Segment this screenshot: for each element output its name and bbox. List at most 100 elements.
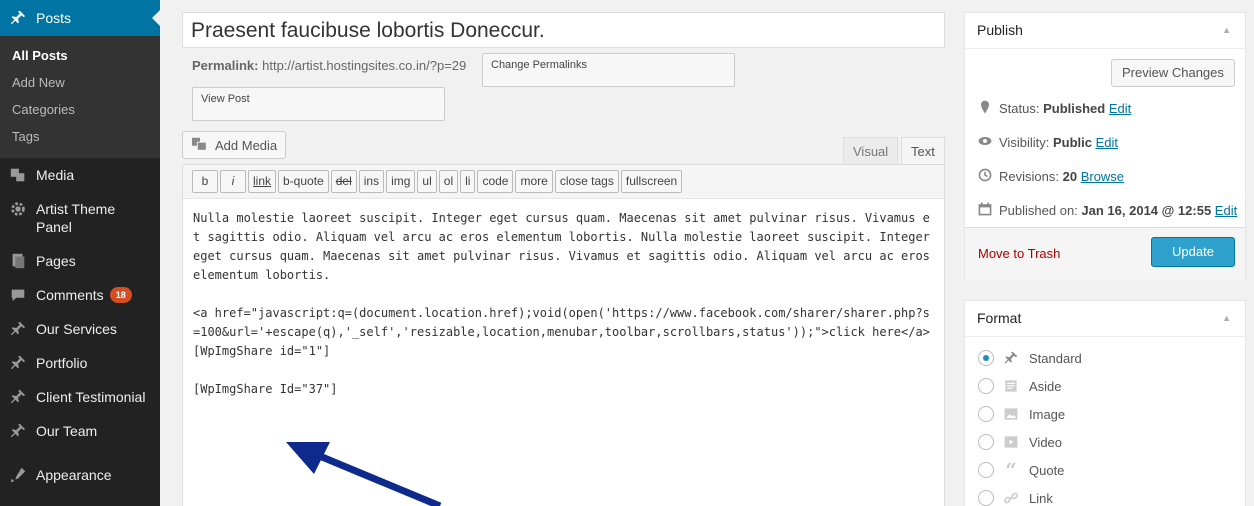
pages-icon (0, 252, 36, 270)
menu-artist-theme-panel[interactable]: Artist Theme Panel (0, 192, 160, 244)
format-option-label: Aside (1029, 378, 1062, 394)
post-title-input[interactable]: Praesent faucibuse lobortis Doneccur. (182, 12, 945, 48)
revisions-row: Revisions: 20 Browse (977, 167, 1124, 186)
format-option-link[interactable]: Link (978, 489, 1053, 506)
menu-comments[interactable]: Comments 18 (0, 278, 160, 312)
tab-visual[interactable]: Visual (843, 137, 899, 165)
qt-code-button[interactable]: code (477, 170, 514, 193)
qt-ins-button[interactable]: ins (358, 170, 385, 193)
menu-our-team-label: Our Team (36, 423, 98, 439)
visibility-value: Public (1052, 135, 1092, 150)
eye-icon (977, 133, 993, 152)
qt-more-button[interactable]: more (515, 170, 553, 193)
status-value: Published (1043, 101, 1106, 116)
pin-icon (0, 320, 36, 338)
annotation-arrow (286, 442, 442, 506)
qt-li-button[interactable]: li (460, 170, 476, 193)
permalink-url[interactable]: http://artist.hostingsites.co.in/?p=29 (262, 58, 466, 73)
content-share-link: <a href="javascript:q=(document.location… (193, 306, 930, 358)
view-post-button[interactable]: View Post (192, 87, 445, 121)
radio-button[interactable] (978, 378, 994, 394)
history-icon (977, 167, 993, 186)
revisions-label: Revisions: (999, 169, 1059, 184)
status-row: Status: Published Edit (977, 99, 1131, 118)
menu-appearance-label: Appearance (36, 467, 112, 483)
format-option-label: Link (1029, 490, 1053, 506)
format-option-label: Image (1029, 406, 1066, 422)
move-to-trash-link[interactable]: Move to Trash (978, 246, 1060, 261)
radio-button[interactable] (978, 406, 994, 422)
format-option-standard[interactable]: Standard (978, 349, 1082, 367)
visibility-label: Visibility: (999, 135, 1050, 150)
submenu-tags[interactable]: Tags (0, 123, 160, 150)
menu-posts[interactable]: Posts (0, 0, 160, 36)
menu-pages[interactable]: Pages (0, 244, 160, 278)
status-edit-link[interactable]: Edit (1109, 101, 1131, 116)
format-option-image[interactable]: Image (978, 405, 1065, 423)
pin-icon (0, 422, 36, 440)
radio-button[interactable] (978, 490, 994, 506)
menu-our-services[interactable]: Our Services (0, 312, 160, 346)
format-option-video[interactable]: Video (978, 433, 1062, 451)
qt-img-button[interactable]: img (386, 170, 416, 193)
aside-icon (1002, 377, 1020, 395)
revisions-browse-link[interactable]: Browse (1081, 169, 1124, 184)
preview-changes-button[interactable]: Preview Changes (1111, 59, 1235, 87)
qt-ol-button[interactable]: ol (438, 170, 459, 193)
qt-bquote-button[interactable]: b-quote (278, 170, 329, 193)
submenu-add-new[interactable]: Add New (0, 69, 160, 96)
format-box-title: Format (977, 310, 1022, 326)
published-on-value: Jan 16, 2014 @ 12:55 (1081, 203, 1212, 218)
qt-link-button[interactable]: link (248, 170, 277, 193)
menu-client-testimonial-label: Client Testimonial (36, 389, 146, 405)
format-box-header[interactable]: Format ▲ (965, 301, 1245, 337)
qt-bold-button[interactable]: b (192, 170, 218, 193)
published-on-edit-link[interactable]: Edit (1215, 203, 1237, 218)
change-permalinks-button[interactable]: Change Permalinks (482, 53, 735, 87)
radio-button[interactable] (978, 350, 994, 366)
link-icon (1002, 489, 1020, 506)
tab-text[interactable]: Text (901, 137, 945, 165)
media-icon (0, 166, 36, 184)
permalink-row: Permalink: http://artist.hostingsites.co… (192, 58, 466, 73)
radio-button[interactable] (978, 462, 994, 478)
published-on-label: Published on: (999, 203, 1078, 218)
posts-submenu: All Posts Add New Categories Tags (0, 36, 160, 158)
pin-icon (0, 388, 36, 406)
collapse-arrow-icon[interactable]: ▲ (1222, 313, 1231, 323)
submenu-all-posts[interactable]: All Posts (0, 42, 160, 69)
update-button[interactable]: Update (1151, 237, 1235, 267)
add-media-icon (191, 136, 209, 155)
menu-our-team[interactable]: Our Team (0, 414, 160, 448)
collapse-arrow-icon[interactable]: ▲ (1222, 25, 1231, 35)
menu-client-testimonial[interactable]: Client Testimonial (0, 380, 160, 414)
pin-location-icon (977, 99, 993, 118)
qt-close-tags-button[interactable]: close tags (554, 170, 619, 193)
image-icon (1002, 405, 1020, 423)
add-media-button[interactable]: Add Media (182, 131, 287, 159)
qt-ul-button[interactable]: ul (417, 170, 437, 193)
post-content-textarea[interactable]: Nulla molestie laoreet suscipit. Integer… (183, 199, 944, 428)
quicktags-toolbar: b i link b-quote del ins img ul ol li co… (183, 165, 944, 199)
radio-button[interactable] (978, 434, 994, 450)
qt-del-button[interactable]: del (330, 170, 357, 193)
qt-italic-button[interactable]: i (220, 170, 246, 193)
format-option-aside[interactable]: Aside (978, 377, 1062, 395)
quote-icon: “ (1005, 458, 1017, 482)
status-label: Status: (999, 101, 1040, 116)
menu-portfolio-label: Portfolio (36, 355, 88, 371)
publish-box-title: Publish (977, 22, 1023, 38)
menu-portfolio[interactable]: Portfolio (0, 346, 160, 380)
format-option-label: Standard (1029, 350, 1082, 366)
appearance-icon (0, 466, 36, 484)
qt-fullscreen-button[interactable]: fullscreen (620, 170, 683, 193)
format-option-quote[interactable]: “ Quote (978, 458, 1064, 482)
menu-our-services-label: Our Services (36, 321, 117, 337)
revisions-value: 20 (1062, 169, 1078, 184)
submenu-categories[interactable]: Categories (0, 96, 160, 123)
menu-media[interactable]: Media (0, 158, 160, 192)
publish-box-header[interactable]: Publish ▲ (965, 13, 1245, 49)
content-paragraph: Nulla molestie laoreet suscipit. Integer… (193, 211, 938, 282)
menu-appearance[interactable]: Appearance (0, 458, 160, 492)
visibility-edit-link[interactable]: Edit (1096, 135, 1118, 150)
